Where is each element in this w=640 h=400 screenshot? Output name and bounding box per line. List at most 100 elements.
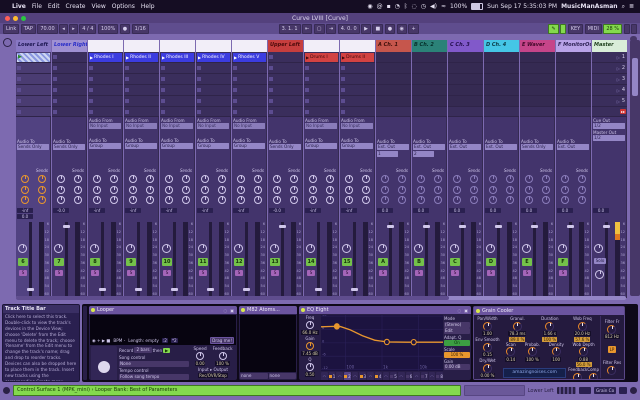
clip-slot[interactable] [520, 63, 555, 74]
track-header-d-ch-4[interactable]: D Ch. 4 [484, 40, 519, 52]
device-window-icons[interactable]: ◌ ▣ [223, 308, 235, 313]
solo-button[interactable]: S [199, 270, 207, 276]
search-icon[interactable]: ⌕ [622, 3, 625, 11]
menu-item-file[interactable]: File [32, 3, 42, 10]
eq-mode-select[interactable]: (Stereo) [444, 322, 470, 328]
clip-slot[interactable] [160, 96, 195, 107]
clip-slot[interactable] [88, 85, 123, 96]
send-knob-E[interactable] [525, 196, 533, 204]
clip-stop-button[interactable] [341, 77, 345, 81]
grain-param-knob[interactable] [607, 366, 616, 375]
clip-slot[interactable] [556, 96, 591, 107]
clip-slot[interactable] [556, 52, 591, 63]
solo-button[interactable]: S [307, 270, 315, 276]
looper-song-control-select[interactable]: None [119, 361, 189, 367]
clip-slot[interactable] [448, 52, 483, 63]
track-activator-button[interactable]: 10 [162, 258, 172, 266]
send-knob-D[interactable] [326, 186, 334, 194]
grain-param-value[interactable]: 0.00 % [480, 373, 496, 378]
horizontal-scrollbar-thumb[interactable] [16, 296, 449, 300]
track-activator-button[interactable]: 12 [234, 258, 244, 266]
volume-fader-track[interactable] [353, 222, 356, 296]
clip-slot[interactable] [556, 85, 591, 96]
volume-value-field[interactable]: -inf [161, 208, 177, 213]
clip-slot[interactable] [268, 52, 303, 63]
pan-knob[interactable] [234, 244, 243, 253]
audio-from-chooser[interactable]: No Input [197, 123, 229, 129]
looper-record-length-select[interactable]: 2 bars [134, 347, 151, 353]
mid-device-select-1[interactable]: none [240, 373, 268, 379]
device-on-icon[interactable] [91, 308, 95, 312]
grain-cooler-title-bar[interactable]: Grain Cooler [474, 307, 624, 315]
solo-button[interactable]: S [163, 270, 171, 276]
volume-fader-track[interactable] [569, 222, 572, 296]
eq-band-5-active-square[interactable] [390, 375, 393, 378]
volume-value-field[interactable]: 0.0 [413, 208, 429, 213]
device-view-toggle-icon[interactable] [630, 387, 637, 394]
clip-stop-button[interactable] [233, 66, 237, 70]
audio-to-chooser[interactable]: Group [89, 143, 121, 149]
clip-slot[interactable] [52, 52, 87, 63]
send-knob-A[interactable] [489, 175, 497, 183]
eq-band-8-filter-icon[interactable]: ◠ [429, 372, 436, 380]
quantization-menu[interactable]: 1/16 [132, 24, 149, 34]
grain-param-value[interactable]: 100 % [525, 357, 540, 362]
track-header-lower-right[interactable]: Lower Right [52, 40, 87, 52]
send-knob-E[interactable] [57, 196, 65, 204]
loop-icon-0[interactable]: ⇤ [302, 24, 312, 34]
clip-stop-button[interactable] [233, 110, 237, 114]
grain-param-knob[interactable] [607, 325, 616, 334]
looper-then-play-button[interactable]: ▶ [163, 348, 170, 353]
send-knob-C[interactable] [489, 186, 497, 194]
clip-stop-button[interactable] [341, 66, 345, 70]
clip-stop-button[interactable] [197, 99, 201, 103]
clip-rhodes-v[interactable]: ▶Rhodes V [233, 53, 266, 62]
clip-slot[interactable] [52, 63, 87, 74]
send-knob-F[interactable] [110, 196, 118, 204]
volume-fader-handle[interactable] [279, 225, 286, 228]
volume-fader-handle[interactable] [135, 288, 142, 291]
eq-edit-button[interactable]: Edit [444, 328, 470, 334]
eq-band-3-toggle[interactable]: 3 [359, 372, 366, 380]
eq-band-1-active-square[interactable] [329, 375, 332, 378]
send-knob-B[interactable] [110, 175, 118, 183]
audio-from-chooser[interactable]: No Input [89, 123, 121, 129]
clip-stop-button[interactable] [341, 110, 345, 114]
time-signature-field[interactable]: 4 / 4 [79, 24, 96, 34]
clip-slot[interactable] [52, 96, 87, 107]
clip-stop-button[interactable] [17, 110, 21, 114]
clip-slot[interactable] [268, 85, 303, 96]
send-knob-F[interactable] [218, 196, 226, 204]
volume-fader-track[interactable] [425, 222, 428, 296]
send-knob-E[interactable] [129, 196, 137, 204]
looper-feedback-value[interactable]: 100 % [215, 361, 230, 366]
audio-to-chooser[interactable]: Group [341, 143, 373, 149]
info-toggle-icon[interactable] [3, 387, 10, 394]
volume-value-field[interactable]: 0.0 [521, 208, 537, 213]
device-window-icons[interactable]: ◌ ▣ [457, 308, 469, 313]
eq-band-6-toggle[interactable]: 6 [406, 372, 413, 380]
clip-slot[interactable] [520, 74, 555, 85]
horizontal-scrollbar[interactable] [16, 296, 626, 300]
menubar-user[interactable]: MusicManAsman [561, 3, 618, 10]
grain-param-value[interactable]: 1.00 [482, 331, 493, 336]
clip-stop-button[interactable] [161, 66, 165, 70]
clip-slot[interactable] [304, 96, 339, 107]
clip-slot[interactable]: ▶Drums II [340, 52, 375, 63]
clip-stop-button[interactable] [125, 66, 129, 70]
volume-fader-handle[interactable] [207, 288, 214, 291]
clip-slot[interactable] [484, 74, 519, 85]
send-knob-C[interactable] [21, 186, 29, 194]
send-knob-D[interactable] [290, 186, 298, 194]
send-knob-D[interactable] [38, 186, 46, 194]
send-knob-E[interactable] [165, 196, 173, 204]
grain-param-value[interactable]: 0.14 [505, 357, 516, 362]
looper-speed-knob[interactable] [196, 352, 204, 360]
clip-stop-button[interactable] [197, 110, 201, 114]
looper-double-button[interactable]: *2 [171, 338, 178, 343]
eq-band-7-filter-icon[interactable]: ◠ [413, 372, 420, 380]
scene-slot[interactable]: ▷2 [592, 63, 627, 74]
clip-rhodes-ii[interactable]: ▶Rhodes II [125, 53, 158, 62]
track-activator-button[interactable]: C [450, 258, 460, 266]
grain-param-knob[interactable] [513, 322, 522, 331]
